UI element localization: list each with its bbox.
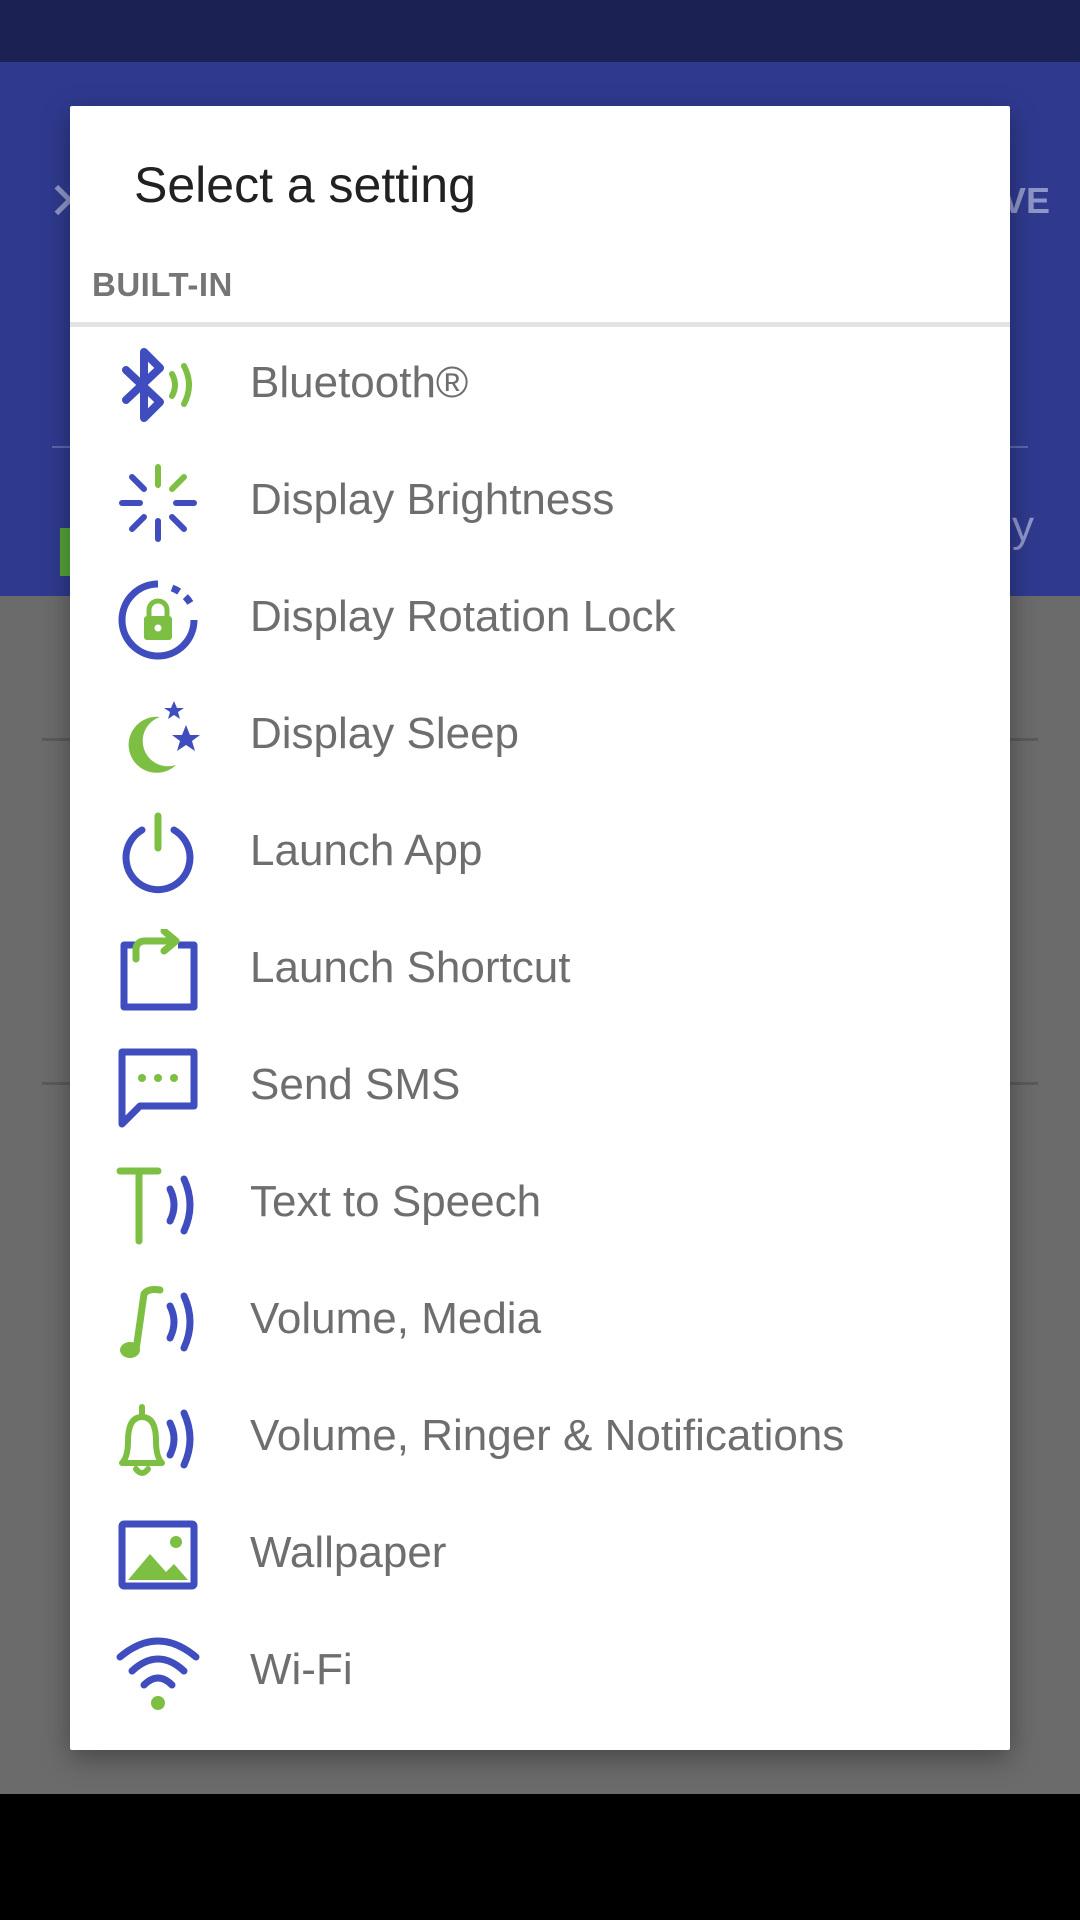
list-item-bluetooth[interactable]: Bluetooth®: [70, 326, 1010, 443]
power-icon: [122, 812, 194, 894]
list-item-display-brightness[interactable]: Display Brightness: [70, 443, 1010, 560]
list-item-volume-media[interactable]: Volume, Media: [70, 1262, 1010, 1379]
list-item-label: Volume, Ringer & Notifications: [250, 1411, 845, 1460]
list-item-label: Send SMS: [250, 1060, 461, 1109]
list-item-wallpaper[interactable]: Wallpaper: [70, 1496, 1010, 1613]
bell-volume-icon: [119, 1404, 194, 1476]
list-item-wifi[interactable]: Wi-Fi: [70, 1613, 1010, 1730]
settings-list: Bluetooth® Display Brightness Display Ro…: [70, 326, 1010, 1730]
status-bar: [0, 0, 1080, 62]
list-item-launch-app[interactable]: Launch App: [70, 794, 1010, 911]
sleep-moon-icon: [128, 701, 200, 773]
music-volume-icon: [120, 1286, 194, 1358]
list-item-label: Wi-Fi: [250, 1645, 353, 1694]
list-item-label: Display Rotation Lock: [250, 592, 676, 641]
list-item-label: Launch Shortcut: [250, 943, 571, 992]
navigation-bar: [0, 1794, 1080, 1920]
list-item-launch-shortcut[interactable]: Launch Shortcut: [70, 911, 1010, 1028]
select-setting-dialog: Select a setting BUILT-IN Bluetooth® Dis…: [70, 106, 1010, 1750]
list-item-label: Volume, Media: [250, 1294, 542, 1343]
section-header-built-in: BUILT-IN: [92, 266, 233, 303]
list-item-label: Bluetooth®: [250, 358, 469, 407]
rotation-lock-icon: [118, 580, 198, 660]
list-item-label: Display Sleep: [250, 709, 520, 758]
wifi-icon: [116, 1637, 200, 1710]
list-item-send-sms[interactable]: Send SMS: [70, 1028, 1010, 1145]
list-item-display-sleep[interactable]: Display Sleep: [70, 677, 1010, 794]
shortcut-icon: [120, 929, 198, 1011]
list-item-label: Wallpaper: [250, 1528, 447, 1577]
dialog-title: Select a setting: [134, 157, 476, 213]
list-item-volume-ringer-notifications[interactable]: Volume, Ringer & Notifications: [70, 1379, 1010, 1496]
list-item-text-to-speech[interactable]: Text to Speech: [70, 1145, 1010, 1262]
background-text: y: [1012, 502, 1034, 551]
text-to-speech-icon: [116, 1167, 194, 1245]
list-item-display-rotation-lock[interactable]: Display Rotation Lock: [70, 560, 1010, 677]
sms-icon: [118, 1048, 198, 1128]
list-item-label: Display Brightness: [250, 475, 615, 524]
list-item-label: Text to Speech: [250, 1177, 542, 1226]
wallpaper-icon: [118, 1520, 198, 1590]
brightness-icon: [119, 464, 197, 542]
bluetooth-icon: [122, 348, 192, 422]
list-item-label: Launch App: [250, 826, 483, 875]
